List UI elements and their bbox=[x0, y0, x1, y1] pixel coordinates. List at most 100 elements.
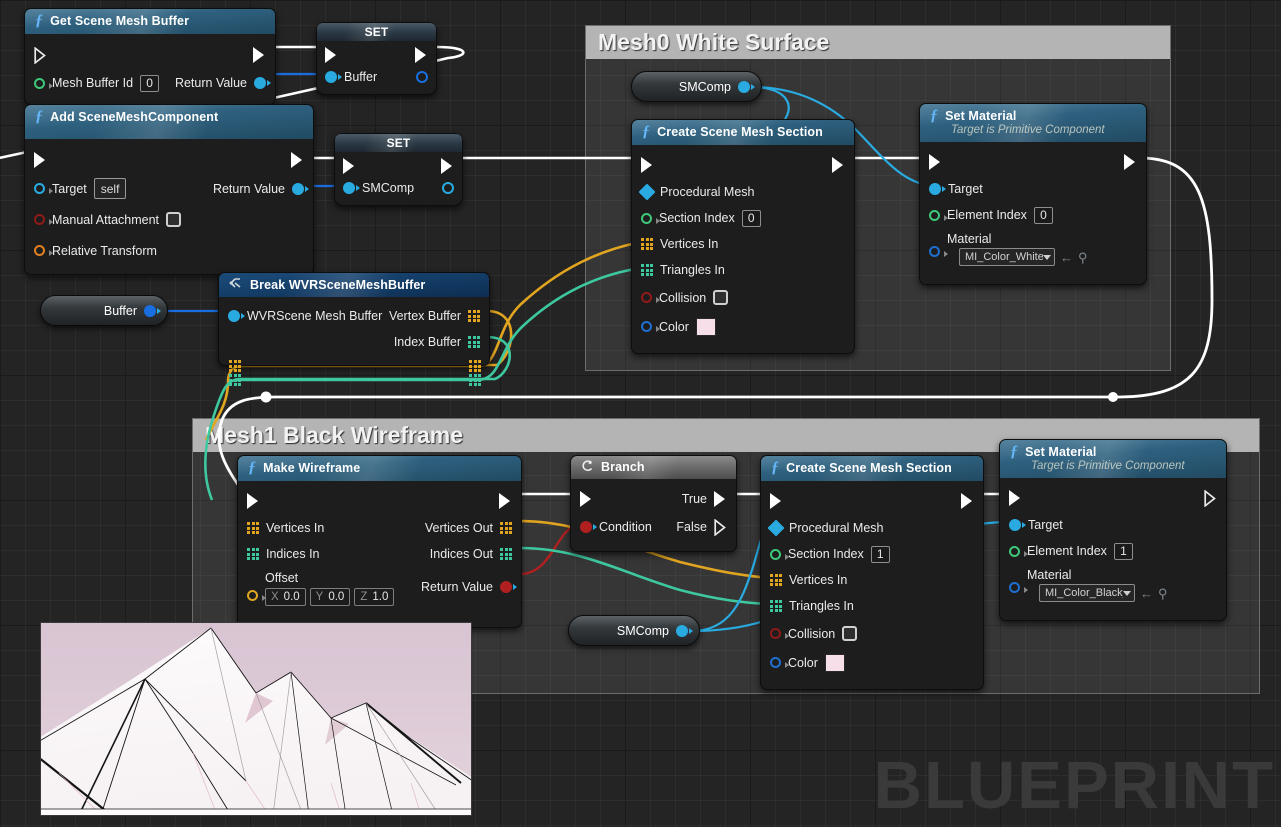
element-index-pin[interactable] bbox=[929, 209, 948, 221]
material-pin[interactable] bbox=[929, 246, 948, 257]
variable-node-smcomp-bottom[interactable]: SMComp bbox=[568, 615, 700, 646]
color-swatch[interactable] bbox=[824, 653, 845, 672]
node-set-material-0[interactable]: ƒ Set Material Target is Primitive Compo… bbox=[919, 103, 1147, 285]
procedural-mesh-pin[interactable] bbox=[767, 519, 785, 537]
exec-input-pin[interactable] bbox=[34, 152, 47, 168]
indices-out-pin[interactable] bbox=[500, 548, 512, 560]
element-index-pin[interactable] bbox=[1009, 545, 1028, 557]
material-asset-dropdown[interactable]: MI_Color_Black_I bbox=[1039, 584, 1135, 602]
node-header[interactable]: SET bbox=[335, 134, 462, 152]
exec-output-pin[interactable] bbox=[253, 47, 266, 63]
node-header[interactable]: Branch bbox=[571, 456, 736, 479]
comment-title-bar[interactable]: Mesh0 White Surface bbox=[586, 26, 1170, 59]
target-pin[interactable] bbox=[1009, 519, 1026, 531]
node-set-buffer[interactable]: SET Buffer bbox=[316, 22, 437, 95]
mesh-buffer-id-pin[interactable] bbox=[34, 77, 53, 89]
node-header[interactable]: ƒ Set Material Target is Primitive Compo… bbox=[1000, 440, 1226, 478]
exec-output-pin[interactable] bbox=[832, 157, 845, 173]
relative-transform-pin[interactable] bbox=[34, 245, 53, 256]
section-index-input[interactable]: 1 bbox=[870, 545, 890, 563]
condition-pin[interactable] bbox=[580, 521, 597, 533]
wvr-scene-mesh-buffer-pin[interactable] bbox=[228, 310, 245, 322]
browse-asset-icon[interactable]: ⚲ bbox=[1158, 587, 1168, 600]
exec-input-pin[interactable] bbox=[34, 46, 47, 64]
exec-output-false-pin[interactable] bbox=[714, 518, 727, 536]
collision-checkbox[interactable] bbox=[713, 290, 729, 305]
node-set-smcomp[interactable]: SET SMComp bbox=[334, 133, 463, 206]
exec-input-pin[interactable] bbox=[247, 493, 260, 509]
exec-output-pin[interactable] bbox=[415, 47, 428, 63]
smcomp-output-pin[interactable] bbox=[738, 80, 755, 93]
node-create-scene-mesh-section-1[interactable]: ƒ Create Scene Mesh Section Procedural M… bbox=[760, 455, 984, 690]
offset-pin[interactable] bbox=[247, 589, 266, 601]
offset-x-field[interactable]: X 0.0 bbox=[265, 588, 306, 606]
blueprint-graph-canvas[interactable]: Mesh0 White Surface Mesh1 Black Wirefram… bbox=[0, 0, 1281, 827]
exec-input-pin[interactable] bbox=[325, 47, 338, 63]
node-branch[interactable]: Branch True Condition False bbox=[570, 455, 737, 552]
exec-output-pin[interactable] bbox=[1124, 154, 1137, 170]
exec-input-pin[interactable] bbox=[1009, 490, 1022, 506]
node-header[interactable]: ƒ Set Material Target is Primitive Compo… bbox=[920, 104, 1146, 142]
exec-output-true-pin[interactable] bbox=[714, 491, 727, 507]
index-buffer-pin[interactable] bbox=[468, 336, 480, 348]
return-value-pin[interactable] bbox=[500, 581, 517, 593]
reroute-index-array-left[interactable] bbox=[229, 374, 241, 386]
variable-node-smcomp-top[interactable]: SMComp bbox=[631, 71, 762, 102]
section-index-input[interactable]: 0 bbox=[741, 209, 761, 227]
material-asset-dropdown[interactable]: MI_Color_White_I bbox=[959, 248, 1055, 266]
exec-input-pin[interactable] bbox=[929, 154, 942, 170]
variable-node-buffer[interactable]: Buffer bbox=[40, 295, 168, 326]
offset-z-field[interactable]: Z 1.0 bbox=[354, 588, 395, 606]
color-pin[interactable] bbox=[770, 657, 789, 668]
target-pin[interactable] bbox=[34, 183, 53, 194]
material-pin[interactable] bbox=[1009, 582, 1028, 593]
exec-output-pin[interactable] bbox=[291, 152, 304, 168]
node-header[interactable]: SET bbox=[317, 23, 436, 41]
indices-in-pin[interactable] bbox=[247, 548, 259, 560]
buffer-input-pin[interactable] bbox=[325, 71, 342, 83]
browse-asset-icon[interactable]: ⚲ bbox=[1078, 251, 1088, 264]
exec-input-pin[interactable] bbox=[641, 157, 654, 173]
node-break-wvr-scene-mesh-buffer[interactable]: Break WVRSceneMeshBuffer WVRScene Mesh B… bbox=[218, 272, 490, 366]
exec-output-pin[interactable] bbox=[499, 493, 512, 509]
node-header[interactable]: Break WVRSceneMeshBuffer bbox=[219, 273, 489, 297]
vertices-in-pin[interactable] bbox=[247, 522, 259, 534]
target-self-value[interactable]: self bbox=[93, 178, 127, 199]
procedural-mesh-pin[interactable] bbox=[638, 183, 656, 201]
reroute-vertex-array-right[interactable] bbox=[469, 360, 481, 372]
use-selected-asset-icon[interactable]: ← bbox=[1140, 587, 1153, 600]
offset-y-field[interactable]: Y 0.0 bbox=[309, 588, 351, 606]
vertices-in-pin[interactable] bbox=[770, 574, 782, 586]
collision-checkbox[interactable] bbox=[842, 626, 858, 641]
node-header[interactable]: ƒ Make Wireframe bbox=[238, 456, 521, 481]
manual-attachment-pin[interactable] bbox=[34, 214, 53, 225]
node-add-scene-mesh-component[interactable]: ƒ Add SceneMeshComponent Target self Ret… bbox=[24, 104, 314, 275]
vertices-in-pin[interactable] bbox=[641, 238, 653, 250]
exec-output-pin[interactable] bbox=[961, 493, 974, 509]
node-get-scene-mesh-buffer[interactable]: ƒ Get Scene Mesh Buffer Mesh Buffer Id 0… bbox=[24, 8, 276, 105]
smcomp-output-pin[interactable] bbox=[676, 624, 693, 637]
color-pin[interactable] bbox=[641, 321, 660, 332]
node-create-scene-mesh-section-0[interactable]: ƒ Create Scene Mesh Section Procedural M… bbox=[631, 119, 855, 354]
reroute-index-array-right[interactable] bbox=[469, 374, 481, 386]
element-index-input[interactable]: 1 bbox=[1113, 542, 1133, 560]
node-header[interactable]: ƒ Create Scene Mesh Section bbox=[632, 120, 854, 145]
target-pin[interactable] bbox=[929, 183, 946, 195]
triangles-in-pin[interactable] bbox=[770, 600, 782, 612]
section-index-pin[interactable] bbox=[770, 548, 789, 560]
node-header[interactable]: ƒ Get Scene Mesh Buffer bbox=[25, 9, 275, 34]
smcomp-output-pin[interactable] bbox=[442, 182, 454, 194]
collision-pin[interactable] bbox=[770, 628, 789, 639]
return-value-pin[interactable] bbox=[292, 182, 309, 195]
vertices-out-pin[interactable] bbox=[500, 522, 512, 534]
section-index-pin[interactable] bbox=[641, 212, 660, 224]
exec-input-pin[interactable] bbox=[770, 493, 783, 509]
buffer-output-pin[interactable] bbox=[416, 71, 428, 83]
smcomp-input-pin[interactable] bbox=[343, 182, 360, 194]
collision-pin[interactable] bbox=[641, 292, 660, 303]
vertex-buffer-pin[interactable] bbox=[468, 310, 480, 322]
mesh-buffer-id-input[interactable]: 0 bbox=[140, 74, 160, 92]
manual-attachment-checkbox[interactable] bbox=[166, 212, 182, 227]
exec-output-pin[interactable] bbox=[441, 158, 454, 174]
reroute-vertex-array-left[interactable] bbox=[229, 360, 241, 372]
